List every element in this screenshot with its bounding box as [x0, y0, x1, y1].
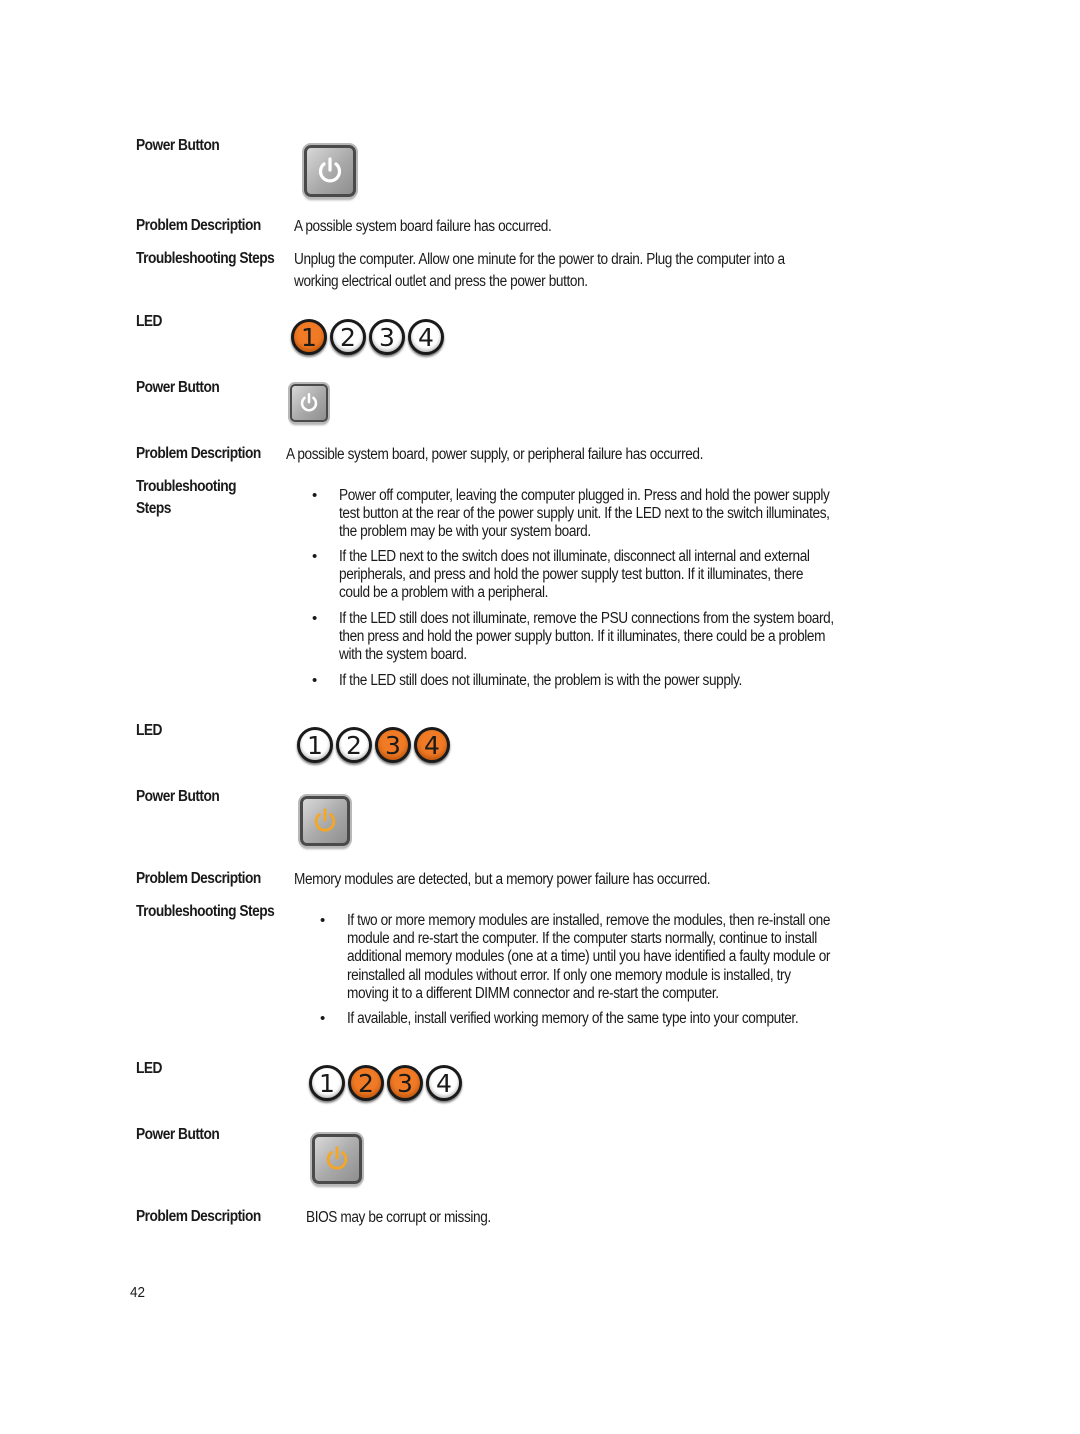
led-label: LED	[136, 313, 162, 330]
led-indicator-4: 4	[426, 1065, 462, 1101]
list-item-line: then press and hold the power supply but…	[339, 628, 826, 646]
bullet-icon: •	[320, 1010, 326, 1027]
power-symbol-icon	[314, 808, 336, 832]
list-item-line: Power off computer, leaving the computer…	[339, 487, 830, 504]
troubleshooting-steps-text-line: working electrical outlet and press the …	[294, 273, 588, 290]
power-button-white-icon	[290, 384, 328, 422]
led-indicator-2: 2	[330, 319, 366, 355]
led-indicator-group: 1 2 3 4	[291, 319, 444, 355]
list-item-line: module and re-start the computer. If the…	[347, 930, 817, 948]
list-item-line: could be a problem with a peripheral.	[339, 584, 549, 602]
list-item-line: If the LED still does not illuminate, re…	[339, 610, 834, 627]
troubleshooting-steps-label: Troubleshooting Steps	[136, 250, 275, 267]
led-indicator-4: 4	[408, 319, 444, 355]
led-indicator-3: 3	[369, 319, 405, 355]
list-item-line: moving it to a different DIMM connector …	[347, 984, 719, 1002]
led-indicator-2: 2	[336, 727, 372, 763]
list-item-line: If available, install verified working m…	[347, 1010, 799, 1027]
led-indicator-4: 4	[414, 727, 450, 763]
problem-description-label: Problem Description	[136, 445, 261, 462]
bullet-icon: •	[312, 610, 318, 627]
list-item-line: reinstalled all modules without error. I…	[347, 966, 791, 984]
power-button-label: Power Button	[136, 379, 220, 396]
led-indicator-1: 1	[291, 319, 327, 355]
troubleshooting-steps-label: Steps	[136, 500, 171, 517]
bullet-icon: •	[312, 487, 318, 504]
power-button-label: Power Button	[136, 1126, 220, 1143]
troubleshooting-steps-text-line: Unplug the computer. Allow one minute fo…	[294, 251, 785, 268]
led-indicator-group: 1 2 3 4	[297, 727, 450, 763]
led-indicator-1: 1	[297, 727, 333, 763]
list-item-line: peripherals, and press and hold the powe…	[339, 566, 804, 584]
list-item-line: the problem may be with your system boar…	[339, 523, 591, 541]
list-item-line: If the LED next to the switch does not i…	[339, 548, 810, 565]
list-item-line: additional memory modules (one at a time…	[347, 948, 831, 966]
problem-description-label: Problem Description	[136, 1208, 261, 1225]
bullet-icon: •	[312, 672, 318, 689]
problem-description-text: BIOS may be corrupt or missing.	[306, 1209, 491, 1226]
power-button-amber-icon	[300, 796, 350, 846]
power-button-label: Power Button	[136, 137, 220, 154]
list-item-line: If the LED still does not illuminate, th…	[339, 672, 742, 689]
list-item-line: with the system board.	[339, 646, 467, 664]
power-button-white-icon	[304, 145, 356, 197]
problem-description-label: Problem Description	[136, 870, 261, 887]
list-item-line: test button at the rear of the power sup…	[339, 505, 830, 523]
bullet-icon: •	[312, 548, 318, 565]
led-indicator-3: 3	[387, 1065, 423, 1101]
led-indicator-3: 3	[375, 727, 411, 763]
troubleshooting-steps-label: Troubleshooting Steps	[136, 903, 275, 920]
led-label: LED	[136, 722, 162, 739]
problem-description-text: A possible system board failure has occu…	[294, 218, 552, 235]
power-button-amber-icon	[312, 1134, 362, 1184]
page-number: 42	[130, 1284, 146, 1301]
problem-description-text: Memory modules are detected, but a memor…	[294, 871, 711, 888]
led-indicator-2: 2	[348, 1065, 384, 1101]
led-label: LED	[136, 1060, 162, 1077]
bullet-icon: •	[320, 912, 326, 929]
led-indicator-1: 1	[309, 1065, 345, 1101]
power-symbol-icon	[300, 392, 318, 412]
troubleshooting-steps-label: Troubleshooting	[136, 478, 237, 495]
power-symbol-icon	[326, 1146, 348, 1170]
problem-description-label: Problem Description	[136, 217, 261, 234]
power-button-label: Power Button	[136, 788, 220, 805]
power-symbol-icon	[318, 157, 342, 183]
led-indicator-group: 1 2 3 4	[309, 1065, 462, 1101]
problem-description-text: A possible system board, power supply, o…	[286, 446, 704, 463]
list-item-line: If two or more memory modules are instal…	[347, 912, 831, 929]
